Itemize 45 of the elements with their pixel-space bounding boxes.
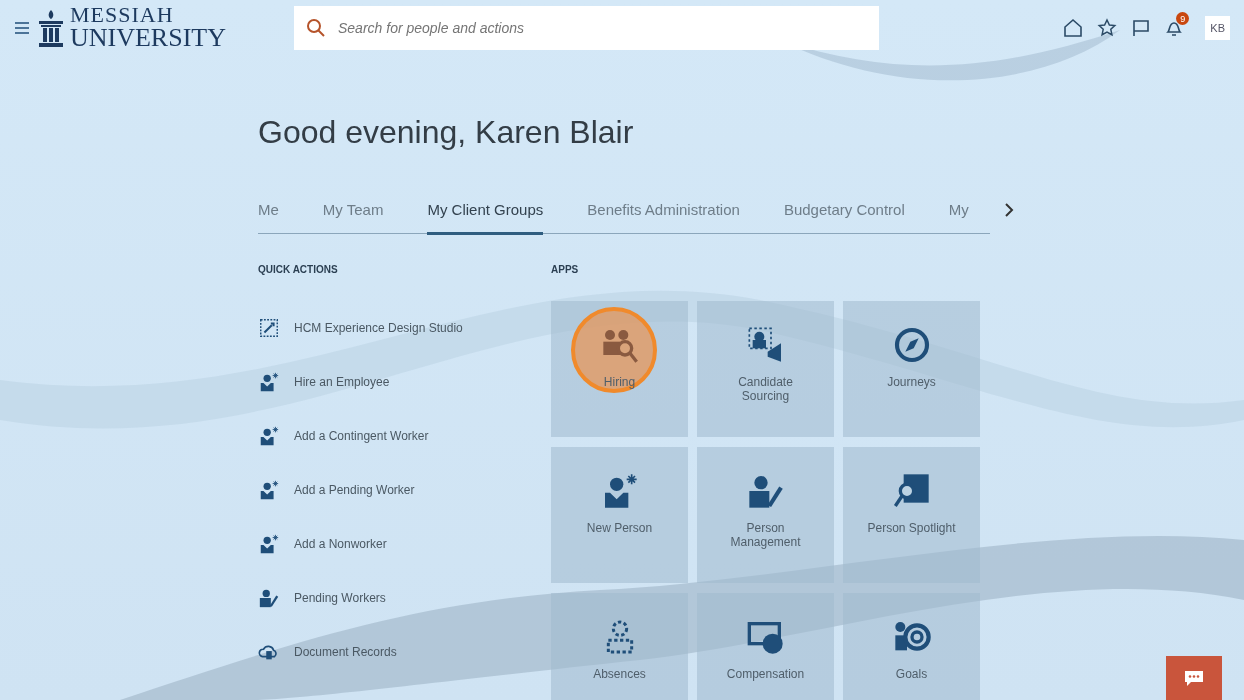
chat-button[interactable]	[1166, 656, 1222, 700]
app-tile[interactable]: Goals	[843, 593, 980, 700]
tab[interactable]: Budgetary Control	[783, 201, 905, 235]
logo-text: UNIVERSITY	[70, 26, 226, 51]
flag-icon[interactable]	[1131, 18, 1152, 38]
menu-icon[interactable]	[14, 21, 30, 35]
app-tile[interactable]: Hiring	[551, 301, 688, 437]
logo-text: MESSIAH	[70, 5, 175, 27]
search-field[interactable]: Search for people and actions	[336, 19, 867, 37]
chat-bubble-icon	[1183, 669, 1205, 687]
app-tile[interactable]: Journeys	[843, 301, 980, 437]
app-tile[interactable]: Absences	[551, 593, 688, 700]
quick-action-link[interactable]: Add a Contingent Worker	[294, 429, 429, 443]
app-tile[interactable]: New Person	[551, 447, 688, 583]
search-icon	[306, 18, 326, 38]
person-add-icon	[258, 425, 280, 447]
app-tile[interactable]: Compensation	[697, 593, 834, 700]
avatar-button[interactable]: KB	[1205, 16, 1230, 40]
quick-action-link[interactable]: Pending Workers	[294, 591, 386, 605]
tab[interactable]: My	[948, 201, 969, 235]
person-add-icon	[258, 533, 280, 555]
tab[interactable]: My Client Groups	[427, 201, 544, 235]
person-pencil-icon	[258, 587, 280, 609]
quick-action-link[interactable]: Add a Pending Worker	[294, 483, 415, 497]
pillar-logo-icon	[36, 8, 66, 48]
person-add-icon	[258, 479, 280, 501]
quick-action-link[interactable]: HCM Experience Design Studio	[294, 321, 463, 335]
quick-action-link[interactable]: Hire an Employee	[294, 375, 390, 389]
section-heading: APPS	[551, 264, 580, 275]
search-bar[interactable]: Search for people and actions	[294, 6, 879, 50]
app-tile[interactable]: Person Management	[697, 447, 834, 583]
app-tile[interactable]: Candidate Sourcing	[697, 301, 834, 437]
notification-badge: 9	[1176, 12, 1190, 25]
quick-action-link[interactable]: Add a Nonworker	[294, 537, 387, 551]
greeting-heading: Good evening, Karen Blair	[258, 114, 635, 151]
tab[interactable]: Benefits Administration	[587, 201, 740, 235]
star-icon[interactable]	[1097, 18, 1118, 38]
chevron-right-icon[interactable]	[1004, 203, 1014, 217]
app-tile[interactable]: Person Spotlight	[843, 447, 980, 583]
quick-action-link[interactable]: Document Records	[294, 645, 397, 659]
tab[interactable]: Me	[258, 201, 279, 235]
section-heading: QUICK ACTIONS	[258, 264, 339, 275]
tab[interactable]: My Team	[322, 201, 384, 235]
person-add-icon	[258, 371, 280, 393]
home-icon[interactable]	[1063, 18, 1084, 38]
